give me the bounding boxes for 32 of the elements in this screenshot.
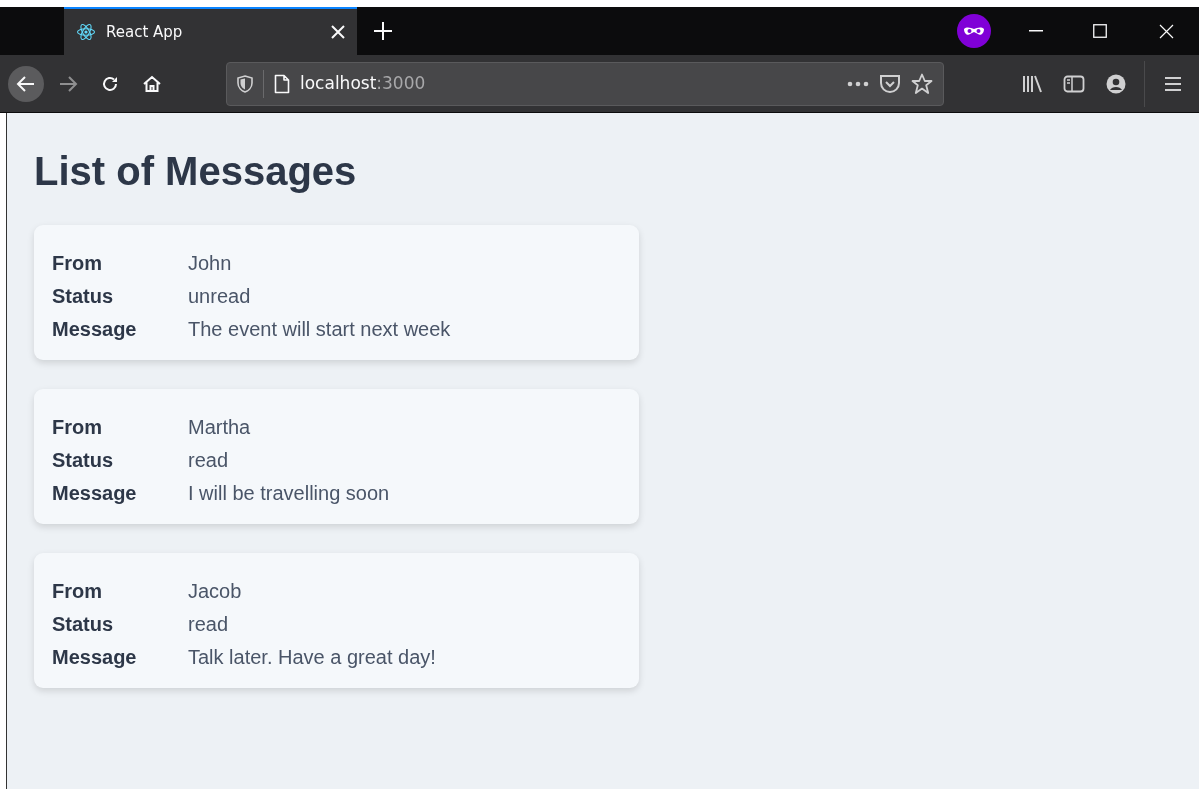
more-icon[interactable] <box>847 80 869 87</box>
field-label: Status <box>52 448 115 473</box>
private-mask-icon <box>957 14 991 48</box>
browser-tab[interactable]: React App <box>64 7 357 55</box>
react-logo-icon <box>76 22 96 42</box>
field-value: Talk later. Have a great day! <box>188 645 436 670</box>
tab-title: React App <box>106 21 184 43</box>
field-value: I will be travelling soon <box>188 481 390 506</box>
field-label: Message <box>52 645 138 670</box>
field-value: read <box>188 448 229 473</box>
field-value: John <box>188 251 232 276</box>
field-label: Message <box>52 481 138 506</box>
page-heading: List of Messages <box>34 148 358 195</box>
star-icon[interactable] <box>911 72 933 95</box>
shield-icon <box>237 74 253 93</box>
field-label: From <box>52 579 103 604</box>
field-value: Martha <box>188 415 251 440</box>
field-label: Message <box>52 317 138 342</box>
field-label: Status <box>52 612 115 637</box>
address-bar[interactable]: localhost:3000 <box>226 61 944 106</box>
field-label: From <box>52 251 103 276</box>
field-label: Status <box>52 284 115 309</box>
field-value: unread <box>188 284 251 309</box>
page-icon <box>274 73 290 94</box>
pocket-icon[interactable] <box>879 73 901 94</box>
close-icon[interactable] <box>331 25 345 39</box>
field-value: The event will start next week <box>188 317 451 342</box>
field-label: From <box>52 415 103 440</box>
url-text: localhost:3000 <box>300 71 427 95</box>
field-value: read <box>188 612 229 637</box>
field-value: Jacob <box>188 579 242 604</box>
back-icon[interactable] <box>8 65 44 102</box>
